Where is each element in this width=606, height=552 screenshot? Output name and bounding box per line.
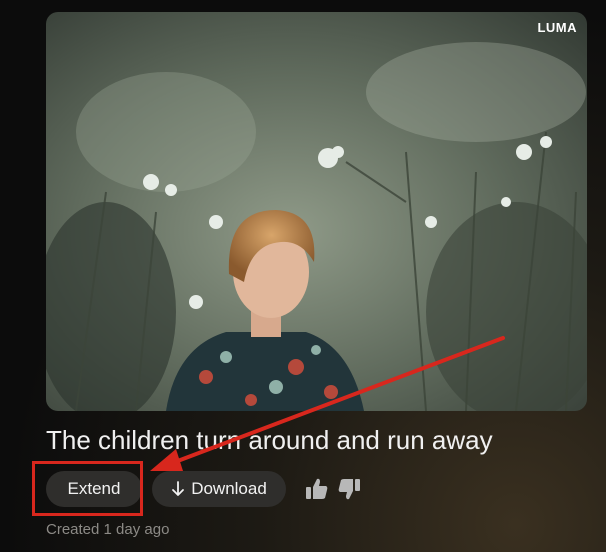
thumbs-up-icon[interactable] (304, 476, 330, 502)
created-timestamp: Created 1 day ago (46, 521, 170, 538)
download-arrow-icon (171, 481, 185, 497)
download-button-label: Download (191, 479, 267, 498)
thumbnail-image (46, 12, 587, 411)
thumbs-down-icon[interactable] (336, 476, 362, 502)
video-thumbnail[interactable]: LUMA (46, 12, 587, 411)
luma-logo: LUMA (537, 20, 577, 35)
highlight-box (32, 461, 143, 516)
video-title: The children turn around and run away (46, 425, 493, 455)
download-button[interactable]: Download (152, 471, 286, 507)
